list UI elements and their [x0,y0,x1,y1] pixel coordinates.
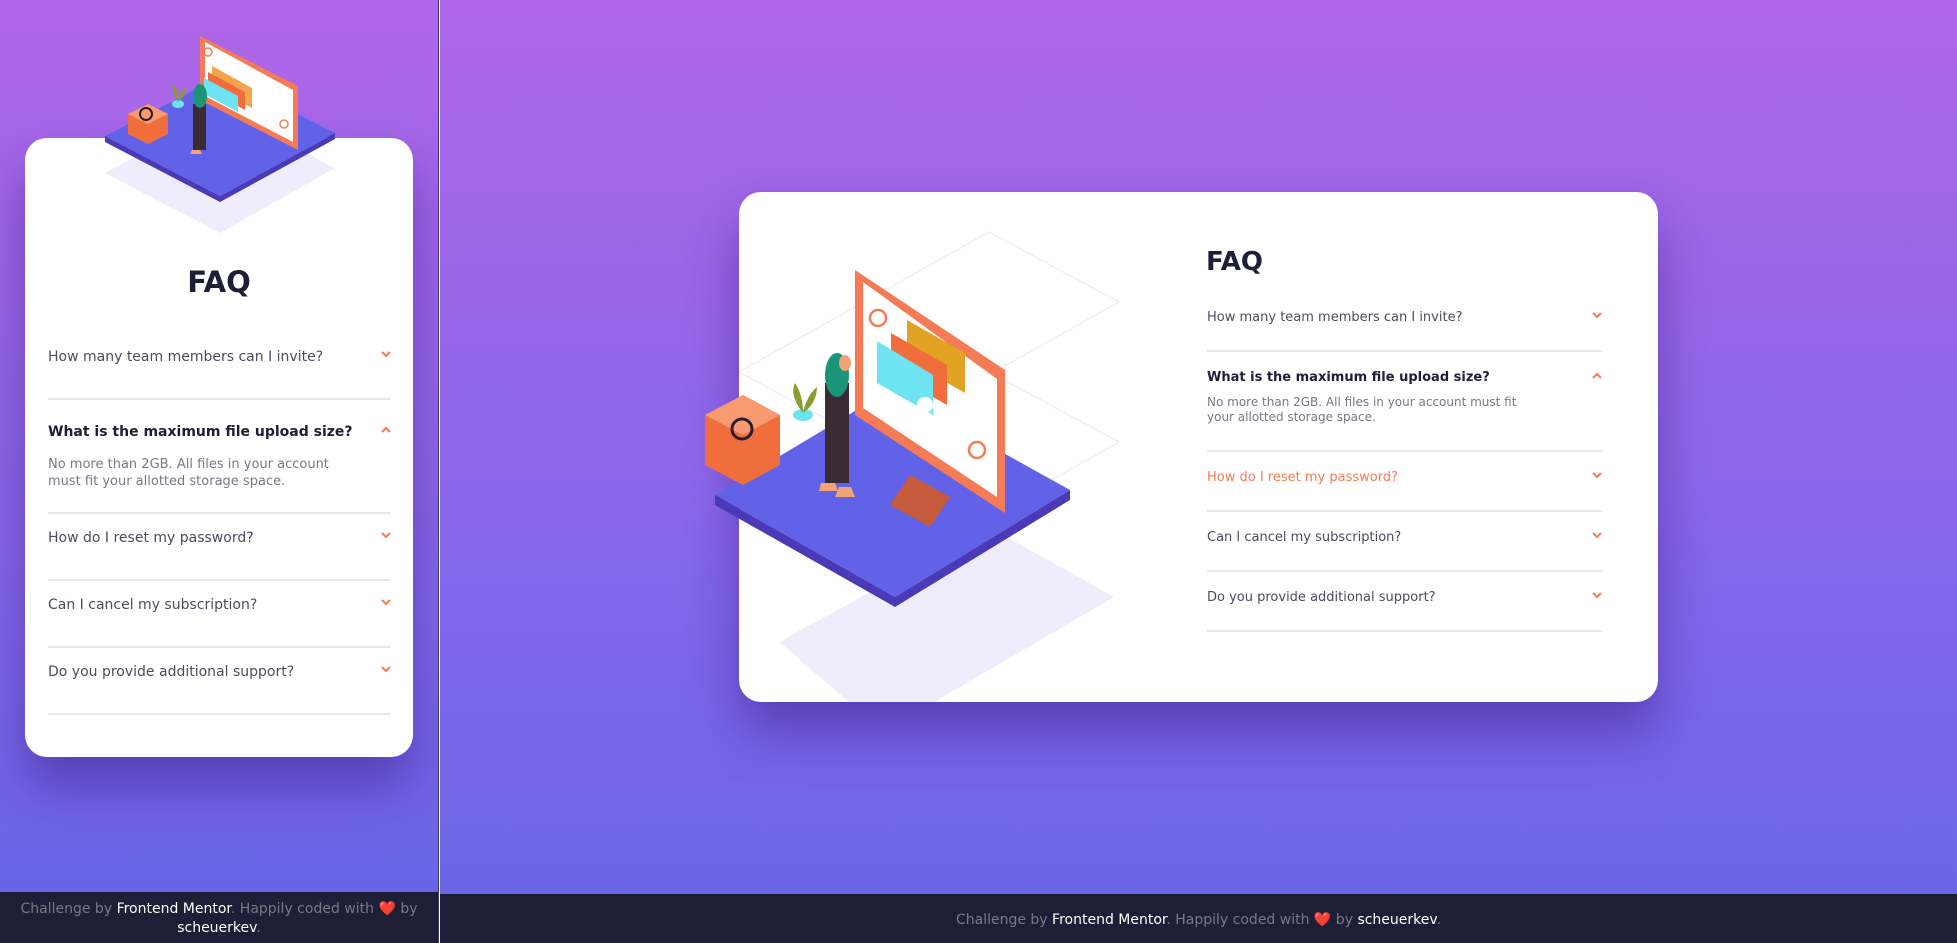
faq-question: How many team members can I invite? [1207,310,1463,325]
footer-suffix: . [1436,912,1442,928]
faq-item[interactable]: How many team members can I invite? [1207,292,1602,352]
faq-item[interactable]: Do you provide additional support? [1207,572,1602,632]
author-link[interactable]: scheuerkev [1357,912,1436,928]
footer-suffix: . [256,920,261,936]
faq-item[interactable]: How do I reset my password? [1207,452,1602,512]
faq-list: How many team members can I invite? What… [48,333,391,715]
footer-prefix: Challenge by [20,901,117,917]
footer-by: by [1331,912,1358,928]
footer-attribution: Challenge by Frontend Mentor. Happily co… [440,894,1957,943]
chevron-down-icon [381,666,391,673]
woman-online-illustration [105,36,335,233]
faq-question: How do I reset my password? [1207,470,1398,485]
faq-item[interactable]: What is the maximum file upload size? No… [1207,352,1602,452]
frontend-mentor-link[interactable]: Frontend Mentor [117,901,231,917]
faq-item[interactable]: How many team members can I invite? [48,333,391,400]
chevron-down-icon [381,599,391,606]
faq-item[interactable]: How do I reset my password? [48,514,391,581]
frontend-mentor-link[interactable]: Frontend Mentor [1052,912,1166,928]
faq-answer: No more than 2GB. All files in your acco… [48,457,329,489]
footer-middle: . Happily coded with [1166,912,1314,928]
footer-prefix: Challenge by [955,912,1053,928]
mobile-preview: FAQ How many team members can I invite? … [0,0,439,943]
chevron-up-icon [381,426,391,433]
faq-question: Can I cancel my subscription? [48,597,258,613]
desktop-preview: FAQ How many team members can I invite? … [440,0,1957,943]
faq-question: Can I cancel my subscription? [1207,530,1402,545]
faq-item[interactable]: Can I cancel my subscription? [48,581,391,648]
chevron-down-icon [1592,592,1602,599]
faq-item[interactable]: What is the maximum file upload size? No… [48,400,391,514]
faq-list: How many team members can I invite? What… [1207,292,1602,632]
heart-icon: ❤️ [1313,912,1332,928]
chevron-down-icon [381,351,391,358]
faq-question: Do you provide additional support? [1207,590,1436,605]
chevron-down-icon [1592,532,1602,539]
faq-question: What is the maximum file upload size? [1207,370,1490,385]
faq-question: What is the maximum file upload size? [48,424,353,440]
faq-question: How many team members can I invite? [48,349,324,365]
footer-middle: . Happily coded with [230,901,379,917]
footer-by: by [395,901,418,917]
chevron-down-icon [1592,472,1602,479]
heart-icon: ❤️ [378,901,396,917]
faq-answer: No more than 2GB. All files in your acco… [1207,395,1517,424]
chevron-up-icon [1592,372,1602,379]
faq-question: How do I reset my password? [48,530,254,546]
chevron-down-icon [1592,312,1602,319]
chevron-down-icon [381,532,391,539]
author-link[interactable]: scheuerkev [177,920,256,936]
woman-online-illustration [705,270,1070,607]
page-title: FAQ [1206,247,1264,277]
faq-item[interactable]: Do you provide additional support? [48,648,391,715]
faq-item[interactable]: Can I cancel my subscription? [1207,512,1602,572]
page-title: FAQ [187,265,251,299]
footer-attribution: Challenge by Frontend Mentor. Happily co… [0,892,438,943]
faq-question: Do you provide additional support? [48,664,295,680]
